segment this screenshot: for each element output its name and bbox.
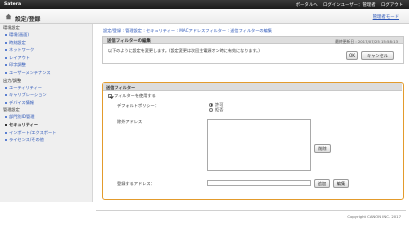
main-content: 設定/登録 : 管理設定 : セキュリティー : MACアドレスフィルター : … xyxy=(96,24,409,214)
sidebar-item-print-adjust[interactable]: 印字調整 xyxy=(0,61,92,69)
sidebar: 環境設定 環境(画面) 時刻設定 ネットワーク レイアウト 印字調整 ユーザーメ… xyxy=(0,24,93,202)
bullet-icon xyxy=(5,139,7,142)
breadcrumb[interactable]: 設定/登録 : 管理設定 : セキュリティー : MACアドレスフィルター : … xyxy=(103,28,272,34)
edit-button[interactable]: 編集 xyxy=(333,179,349,188)
bullet-icon xyxy=(5,71,7,74)
use-filter-checkbox[interactable] xyxy=(108,94,112,98)
login-user-label: ログインユーザー：管理者 xyxy=(323,3,376,8)
policy-deny-option[interactable]: 拒否 xyxy=(209,107,223,113)
footer: Copyright CANON INC. 2017 xyxy=(0,202,409,248)
ok-button[interactable]: OK xyxy=(346,51,358,60)
sidebar-section-output: 出力/調整 xyxy=(3,77,22,83)
bullet-icon xyxy=(5,41,7,44)
deny-radio[interactable] xyxy=(209,107,213,112)
cancel-button[interactable]: キャンセル xyxy=(361,51,394,60)
notice-text: 以下のように設定を変更します。(設定変更は次回主電源オン時に有効になります。) xyxy=(108,48,260,53)
register-address-label: 登録するアドレス： xyxy=(117,181,155,186)
page-title: 設定/登録 xyxy=(15,16,41,23)
send-filter-panel: 送信フィルター フィルターを使用する デフォルトポリシー： 許可 拒否 除外アド… xyxy=(102,82,404,200)
sidebar-item-license[interactable]: ライセンス/その他 xyxy=(0,136,92,144)
deny-label: 拒否 xyxy=(215,106,224,112)
delete-button[interactable]: 削除 xyxy=(314,144,331,153)
copyright: Copyright CANON INC. 2017 xyxy=(347,214,401,219)
bullet-icon xyxy=(5,94,7,97)
top-links: ポータルへ ログインユーザー：管理者 ログアウト xyxy=(292,2,403,8)
top-bar: Satera ポータルへ ログインユーザー：管理者 ログアウト xyxy=(0,0,409,9)
sidebar-item-layout[interactable]: レイアウト xyxy=(0,54,92,62)
use-filter-row[interactable]: フィルターを使用する xyxy=(108,93,156,99)
bullet-icon xyxy=(5,123,7,126)
admin-mode-link[interactable]: 管理者モード xyxy=(373,14,399,20)
sidebar-item-timer[interactable]: 時刻設定 xyxy=(0,39,92,47)
sidebar-section-preferences: 環境設定 xyxy=(3,25,20,30)
default-policy-label: デフォルトポリシー： xyxy=(117,103,159,108)
sidebar-item-import-export[interactable]: インポート/エクスポート xyxy=(0,129,92,137)
sidebar-item-utility[interactable]: ユーティリティー xyxy=(0,84,92,92)
sidebar-item-device-info[interactable]: デバイス情報 xyxy=(0,99,92,107)
notice-box: 以下のように設定を変更します。(設定変更は次回主電源オン時に有効になります。) … xyxy=(102,44,404,64)
bullet-icon xyxy=(5,56,7,59)
bullet-icon xyxy=(5,131,7,134)
bullet-icon xyxy=(5,49,7,52)
sidebar-section-management: 管理設定 xyxy=(3,107,20,113)
sidebar-item-display[interactable]: 環境(画面) xyxy=(0,31,92,39)
bullet-icon xyxy=(5,116,7,119)
brand-logo: Satera xyxy=(4,1,22,7)
bullet-icon xyxy=(5,34,7,36)
home-icon xyxy=(5,13,12,20)
edit-header: 送信フィルターの編集 最終更新日 : 2017/07/25 15:58:13 xyxy=(102,36,404,44)
footer-divider xyxy=(96,210,406,211)
bullet-icon xyxy=(5,101,7,104)
register-address-input[interactable] xyxy=(207,180,311,186)
send-filter-header: 送信フィルター xyxy=(103,83,402,91)
bullet-icon xyxy=(5,64,7,67)
send-filter-title: 送信フィルター xyxy=(106,84,136,90)
portal-link[interactable]: ポータルへ xyxy=(296,3,318,8)
except-address-list[interactable] xyxy=(207,119,311,171)
logout-link[interactable]: ログアウト xyxy=(381,3,403,8)
except-address-label: 除外アドレス xyxy=(117,119,143,124)
add-button[interactable]: 追加 xyxy=(314,179,330,188)
bullet-icon xyxy=(5,86,7,89)
sidebar-item-network[interactable]: ネットワーク xyxy=(0,46,92,54)
use-filter-label: フィルターを使用する xyxy=(114,93,156,98)
sidebar-item-security[interactable]: セキュリティー xyxy=(0,121,92,129)
title-bar: 設定/登録 管理者モード xyxy=(0,9,409,24)
sidebar-item-department-id[interactable]: 部門別ID管理 xyxy=(0,113,92,121)
sidebar-item-user-maintenance[interactable]: ユーザーメンテナンス xyxy=(0,69,92,77)
sidebar-item-calibration[interactable]: キャリブレーション xyxy=(0,91,92,99)
